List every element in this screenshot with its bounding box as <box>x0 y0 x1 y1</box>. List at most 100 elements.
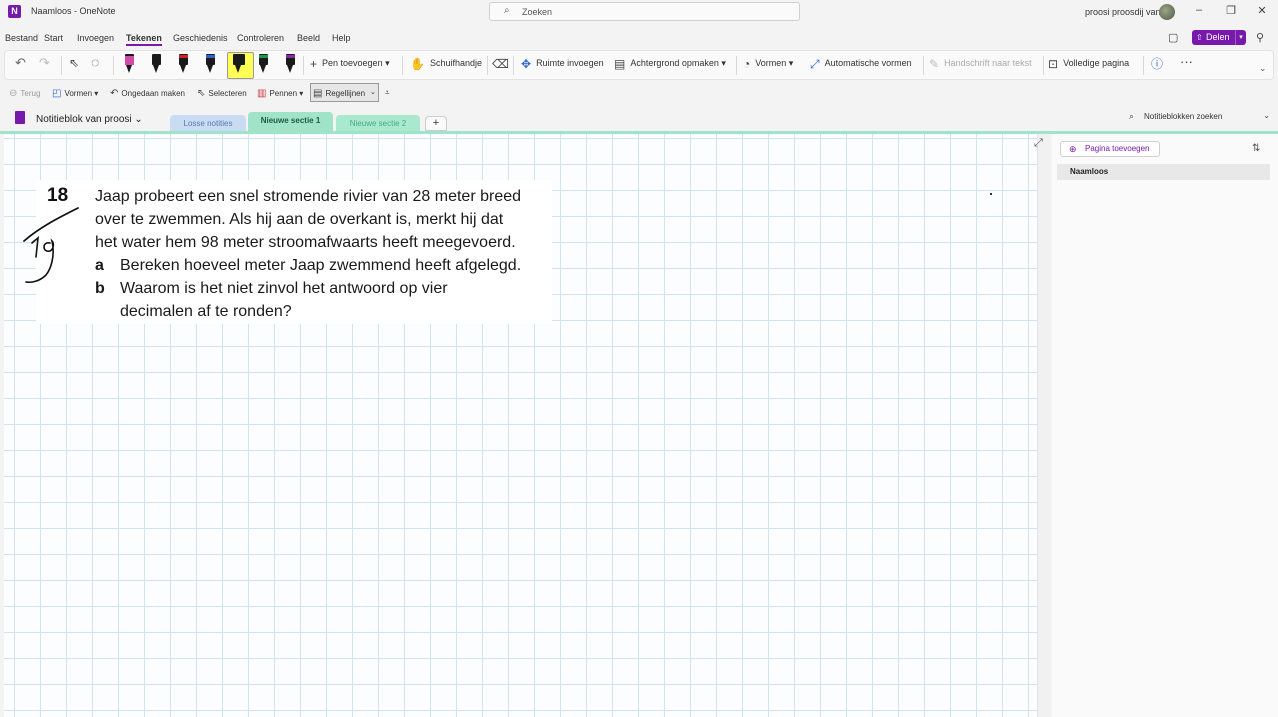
ruled-lines-icon: ▤ <box>313 88 323 99</box>
search-icon: ⌕ <box>504 5 510 16</box>
search-input[interactable]: ⌕ Zoeken <box>489 2 800 21</box>
ink-to-text-button[interactable]: ✎ Handschrift naar tekst <box>929 57 1032 71</box>
sort-icon[interactable]: ⇅ <box>1252 143 1260 154</box>
ruled-lines-button[interactable]: ▤ Regellijnen <box>313 88 365 99</box>
notebook-view-icon[interactable]: ▢ <box>1168 31 1178 44</box>
minimize-button[interactable]: – <box>1189 4 1209 16</box>
tab-nieuwe-sectie-2[interactable]: Nieuwe sectie 2 <box>336 115 420 132</box>
pan-button[interactable]: ✋ Schuifhandje <box>410 57 482 71</box>
help-icon[interactable]: ⓘ <box>1151 55 1163 72</box>
auto-shapes-button[interactable]: ⤢ Automatische vormen <box>810 57 912 72</box>
undo-icon: ↶ <box>110 88 119 99</box>
quick-toolbar: ⊖ Terug ◰ Vormen ▾ ↶ Ongedaan maken ⇖ Select… <box>0 83 1278 103</box>
lasso-icon[interactable]: ◌ <box>91 54 99 70</box>
undo-icon[interactable]: ↶ <box>15 55 26 71</box>
exercise-number: 18 <box>47 185 69 206</box>
notebook-search-input[interactable]: ⌕ Notitieblokken zoeken ⌄ <box>1124 110 1272 124</box>
auto-shapes-icon: ⤢ <box>810 57 820 71</box>
restore-button[interactable]: ❐ <box>1221 4 1241 17</box>
menu-controleren[interactable]: Controleren <box>237 33 284 43</box>
add-page-icon: ⊕ <box>1069 144 1077 154</box>
select-button[interactable]: ⇖ Selecteren <box>197 88 247 99</box>
background-icon: ▤ <box>614 57 626 71</box>
title-bar: N Naamloos - OneNote ⌕ Zoeken proosi pro… <box>0 0 1278 24</box>
close-button[interactable]: ✕ <box>1252 4 1272 17</box>
format-background-button[interactable]: ▤ Achtergrond opmaken ▾ <box>614 57 726 71</box>
ink-dot <box>990 193 992 195</box>
tab-nieuwe-sectie-1[interactable]: Nieuwe sectie 1 <box>248 112 333 132</box>
add-pen-button[interactable]: + Pen toevoegen ▾ <box>310 57 390 71</box>
eraser-button[interactable]: ⌫ <box>492 57 514 71</box>
pen-pink[interactable] <box>125 54 134 75</box>
more-button[interactable]: ··· <box>1180 54 1193 69</box>
shapes-menu-button[interactable]: ◰ Vormen ▾ <box>52 88 98 99</box>
lasso-select-icon[interactable]: ⇖ <box>69 56 79 70</box>
chevron-down-icon[interactable]: ▾ <box>1235 30 1246 45</box>
menu-geschiedenis[interactable]: Geschiedenis <box>173 33 228 43</box>
pen-red[interactable] <box>179 54 188 75</box>
tab-losse-notities[interactable]: Losse notities <box>170 115 246 132</box>
expand-icon[interactable]: ⤢ <box>1034 137 1043 150</box>
pen-blue[interactable] <box>206 54 215 75</box>
share-label: Delen <box>1206 32 1230 42</box>
subquestion-letter: a <box>95 257 104 274</box>
notebook-selector[interactable]: Notitieblok van proosi ⌄ <box>36 114 143 125</box>
full-page-button[interactable]: ⊡ Volledige pagina <box>1048 57 1129 71</box>
menu-bestand[interactable]: Bestand <box>5 33 38 43</box>
menu-bar: Bestand Start Invoegen Tekenen Geschiede… <box>0 30 1278 46</box>
hand-icon: ✋ <box>410 57 425 71</box>
pen-black[interactable] <box>152 54 161 75</box>
user-name[interactable]: proosi proosdij van <box>1085 7 1161 17</box>
customize-toolbar-icon[interactable]: ⩡ <box>385 88 390 98</box>
shapes-button[interactable]: ◔ Vormen ▾ <box>743 57 793 71</box>
add-section-button[interactable]: + <box>425 116 447 131</box>
onenote-logo-icon: N <box>8 5 21 18</box>
add-page-button[interactable]: ⊕ Pagina toevoegen <box>1060 141 1160 157</box>
page-list-pane <box>1052 134 1278 717</box>
chevron-down-icon[interactable]: ⌄ <box>1263 111 1270 120</box>
shapes-icon: ◰ <box>52 88 62 99</box>
back-icon: ⊖ <box>9 88 18 99</box>
feedback-icon[interactable]: ⚲ <box>1256 31 1264 44</box>
notebook-bar: Notitieblok van proosi ⌄ Losse notities … <box>0 108 1278 132</box>
exercise-text-line: over te zwemmen. Als hij aan de overkant… <box>95 211 504 228</box>
shapes-icon: ◔ <box>743 57 751 71</box>
plus-icon: + <box>310 57 318 71</box>
subquestion-letter: b <box>95 280 105 297</box>
subquestion-text: Bereken hoeveel meter Jaap zwemmend heef… <box>120 257 522 274</box>
search-placeholder: Zoeken <box>522 7 553 17</box>
ruled-lines-dropdown[interactable]: ⌄ <box>370 88 376 96</box>
window-title: Naamloos - OneNote <box>31 6 116 16</box>
menu-beeld[interactable]: Beeld <box>297 33 320 43</box>
cursor-icon: ⇖ <box>197 88 206 99</box>
exercise-text-line: het water hem 98 meter stroomafwaarts he… <box>95 234 516 251</box>
pen-purple[interactable] <box>286 54 295 75</box>
insert-space-icon: ✥ <box>521 57 532 71</box>
search-icon: ⌕ <box>1129 111 1135 121</box>
redo-icon[interactable]: ↷ <box>39 55 50 71</box>
pens-icon: ▥ <box>257 88 267 99</box>
pens-button[interactable]: ▥ Pennen ▾ <box>257 88 303 99</box>
ribbon: ↶ ↷ ⇖ ◌ + Pen toevoegen ▾ ✋ Schuifhandje ⌫… <box>4 50 1274 80</box>
pen-highlighter-yellow[interactable] <box>233 54 245 75</box>
page-list-item[interactable]: Naamloos <box>1057 164 1270 180</box>
pen-green[interactable] <box>259 54 268 75</box>
chevron-down-icon[interactable]: ⌄ <box>1259 63 1267 74</box>
menu-help[interactable]: Help <box>332 33 351 43</box>
canvas-scrollbar[interactable] <box>1037 134 1050 717</box>
subquestion-text: decimalen af te ronden? <box>120 303 292 320</box>
full-page-icon: ⊡ <box>1048 57 1059 71</box>
exercise-text-line: Jaap probeert een snel stromende rivier … <box>95 188 522 205</box>
handwritten-ink[interactable] <box>20 205 90 290</box>
ink-to-text-icon: ✎ <box>929 57 940 71</box>
avatar[interactable] <box>1159 4 1175 20</box>
menu-invoegen[interactable]: Invoegen <box>77 33 114 43</box>
menu-tekenen[interactable]: Tekenen <box>126 33 162 46</box>
insert-space-button[interactable]: ✥ Ruimte invoegen <box>521 57 604 71</box>
notebook-icon <box>15 111 25 124</box>
undo-button[interactable]: ↶ Ongedaan maken <box>110 88 185 99</box>
back-button[interactable]: ⊖ Terug <box>9 88 40 99</box>
share-button[interactable]: ⇧ Delen ▾ <box>1192 30 1246 45</box>
share-icon: ⇧ <box>1196 33 1203 42</box>
menu-start[interactable]: Start <box>44 33 63 43</box>
